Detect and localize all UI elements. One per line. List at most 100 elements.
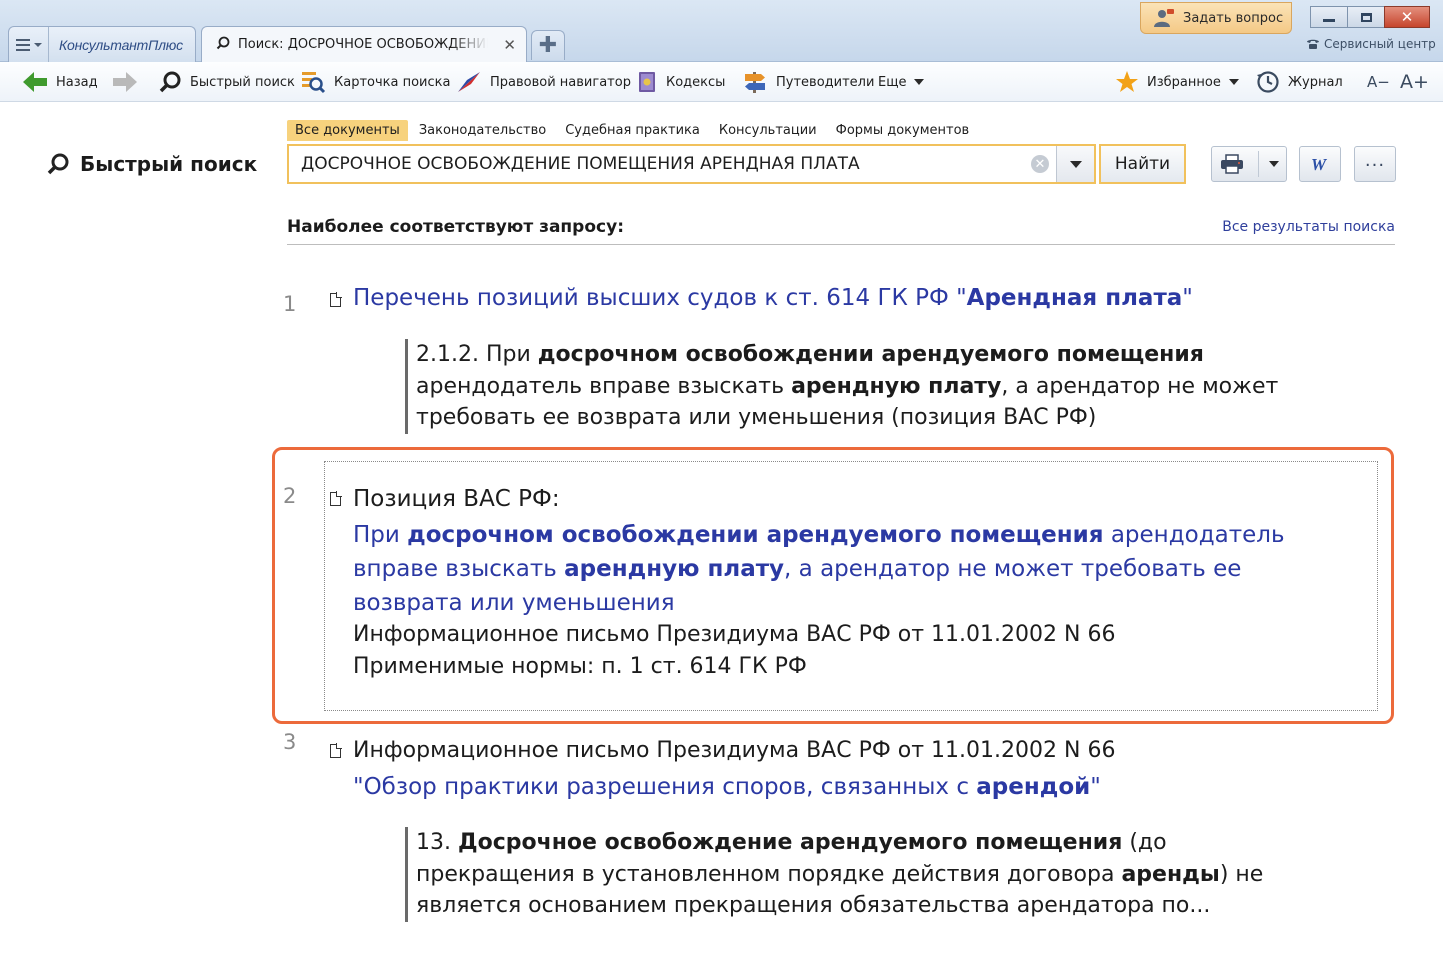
new-tab-button[interactable]: ✚ bbox=[531, 30, 565, 60]
font-increase-label: A+ bbox=[1400, 71, 1429, 93]
font-increase-button[interactable]: A+ bbox=[1400, 62, 1429, 102]
snippet-text: (до bbox=[1122, 830, 1167, 855]
snippet-text: , а арендатор не может bbox=[1001, 373, 1279, 399]
search-card-icon bbox=[302, 72, 326, 94]
result-2-line-3[interactable]: возврата или уменьшения bbox=[353, 590, 675, 616]
chevron-down-icon bbox=[1069, 160, 1082, 168]
result-2-line-2[interactable]: вправе взыскать арендную плату, а аренда… bbox=[353, 556, 1241, 582]
snippet-text: ) не bbox=[1219, 861, 1264, 887]
chevron-down-icon bbox=[33, 42, 42, 47]
result-text: вправе взыскать bbox=[353, 556, 565, 582]
result-1-title[interactable]: Перечень позиций высших судов к ст. 614 … bbox=[353, 285, 1193, 311]
legal-navigator-button[interactable]: Правовой навигатор bbox=[456, 62, 631, 102]
all-results-link[interactable]: Все результаты поиска bbox=[1222, 219, 1395, 235]
tab-home[interactable]: КонсультантПлюс bbox=[8, 26, 196, 62]
page-title-label: Быстрый поиск bbox=[80, 152, 258, 176]
codes-label: Кодексы bbox=[666, 74, 726, 90]
main-toolbar: Назад Быстрый поиск Карточка поиска Прав… bbox=[0, 62, 1443, 102]
back-button[interactable]: Назад bbox=[22, 62, 98, 102]
result-3-subtitle-bold: арендой bbox=[976, 774, 1091, 800]
more-dots-icon: ... bbox=[1364, 149, 1386, 171]
result-text: При bbox=[353, 522, 408, 548]
minimize-icon bbox=[1323, 18, 1335, 22]
search-icon bbox=[159, 71, 181, 93]
scope-tab-legislation[interactable]: Законодательство bbox=[411, 120, 554, 141]
print-button[interactable] bbox=[1211, 146, 1287, 182]
document-icon bbox=[330, 491, 342, 506]
scope-tab-forms[interactable]: Формы документов bbox=[828, 120, 978, 141]
more-label: Еще bbox=[878, 74, 907, 90]
signpost-icon bbox=[745, 72, 765, 93]
more-actions-button[interactable]: ... bbox=[1354, 146, 1396, 182]
result-3-subtitle-end: " bbox=[1090, 774, 1101, 800]
result-match: арендную плату bbox=[564, 556, 785, 582]
ask-question-label: Задать вопрос bbox=[1183, 10, 1284, 26]
hamburger-icon bbox=[15, 38, 30, 51]
guides-label: Путеводители bbox=[776, 74, 875, 90]
find-button[interactable]: Найти bbox=[1099, 144, 1186, 184]
snippet-text: 2.1.2. При bbox=[416, 342, 538, 367]
result-1-snippet: 2.1.2. При досрочном освобождении аренду… bbox=[405, 339, 1278, 434]
snippet-match: Досрочное освобождение арендуемого помещ… bbox=[457, 830, 1123, 855]
result-2-title: Позиция ВАС РФ: bbox=[353, 486, 560, 512]
main-menu-button[interactable] bbox=[9, 27, 49, 62]
result-3-snippet: 13. Досрочное освобождение арендуемого п… bbox=[405, 827, 1263, 922]
result-2-norms: Применимые нормы: п. 1 ст. 614 ГК РФ bbox=[353, 654, 807, 679]
quick-search-button[interactable]: Быстрый поиск bbox=[158, 62, 295, 102]
minimize-button[interactable] bbox=[1310, 6, 1348, 28]
chevron-down-icon bbox=[1228, 79, 1239, 85]
clear-icon[interactable]: ✕ bbox=[1031, 155, 1049, 173]
forward-button[interactable] bbox=[112, 62, 138, 102]
close-tab-icon[interactable]: ✕ bbox=[503, 36, 516, 54]
favorites-button[interactable]: Избранное bbox=[1115, 62, 1239, 102]
service-center-link[interactable]: Сервисный центр bbox=[1306, 37, 1436, 51]
guides-button[interactable]: Путеводители bbox=[742, 62, 874, 102]
chevron-down-icon bbox=[1268, 161, 1279, 167]
close-icon: ✕ bbox=[1400, 8, 1414, 26]
snippet-text: 13. bbox=[416, 830, 458, 855]
more-menu-button[interactable]: Еще bbox=[878, 62, 925, 102]
result-3-subtitle[interactable]: "Обзор практики разрешения споров, связа… bbox=[353, 774, 1101, 800]
maximize-icon bbox=[1360, 12, 1372, 22]
history-clock-icon bbox=[1257, 71, 1279, 93]
ask-question-button[interactable]: Задать вопрос bbox=[1140, 2, 1292, 34]
snippet-match: досрочном освобождении арендуемого помещ… bbox=[537, 342, 1204, 367]
snippet-text: арендодатель вправе взыскать bbox=[416, 373, 792, 399]
result-2-line-1[interactable]: При досрочном освобождении арендуемого п… bbox=[353, 522, 1285, 548]
font-decrease-button[interactable]: A− bbox=[1367, 62, 1390, 102]
results-header: Наиболее соответствуют запросу: Все резу… bbox=[287, 217, 1395, 245]
arrow-left-icon bbox=[23, 72, 47, 92]
search-scope-tabs: Все документы Законодательство Судебная … bbox=[287, 120, 980, 141]
result-number: 3 bbox=[283, 730, 297, 754]
search-input[interactable] bbox=[289, 146, 1019, 182]
tab-title: Поиск: ДОСРОЧНОЕ ОСВОБОЖДЕНИЕ ПОМЕЩЕНИЯ … bbox=[238, 37, 488, 52]
close-window-button[interactable]: ✕ bbox=[1384, 6, 1430, 28]
codes-button[interactable]: Кодексы bbox=[636, 62, 725, 102]
export-word-button[interactable]: W bbox=[1299, 146, 1341, 182]
result-1-title-bold: Арендная плата bbox=[966, 285, 1183, 311]
search-card-button[interactable]: Карточка поиска bbox=[300, 62, 450, 102]
journal-button[interactable]: Журнал bbox=[1256, 62, 1343, 102]
snippet-match: аренды bbox=[1121, 861, 1220, 887]
result-2-source: Информационное письмо Президиума ВАС РФ … bbox=[353, 622, 1116, 647]
scope-tab-consultations[interactable]: Консультации bbox=[711, 120, 825, 141]
snippet-text: прекращения в установленном порядке дейс… bbox=[416, 861, 1122, 887]
scope-tab-court-practice[interactable]: Судебная практика bbox=[557, 120, 708, 141]
result-3-title: Информационное письмо Президиума ВАС РФ … bbox=[353, 738, 1116, 763]
result-1-title-text: Перечень позиций высших судов к ст. 614 … bbox=[353, 285, 967, 311]
result-match: досрочном освобождении арендуемого помещ… bbox=[407, 522, 1104, 548]
page-title: Быстрый поиск bbox=[46, 152, 257, 176]
window-titlebar: КонсультантПлюс Поиск: ДОСРОЧНОЕ ОСВОБОЖ… bbox=[0, 0, 1443, 62]
document-icon bbox=[330, 743, 342, 758]
document-icon bbox=[330, 292, 342, 307]
tab-search-results[interactable]: Поиск: ДОСРОЧНОЕ ОСВОБОЖДЕНИЕ ПОМЕЩЕНИЯ … bbox=[201, 26, 527, 62]
result-number: 1 bbox=[283, 292, 297, 316]
maximize-button[interactable] bbox=[1347, 6, 1385, 28]
chevron-down-icon bbox=[914, 79, 925, 85]
result-text: возврата или уменьшения bbox=[353, 590, 675, 616]
legal-navigator-label: Правовой навигатор bbox=[490, 74, 631, 90]
svg-text:W: W bbox=[1311, 155, 1328, 174]
scope-tab-all[interactable]: Все документы bbox=[287, 120, 408, 141]
star-icon bbox=[1116, 71, 1138, 92]
search-history-dropdown[interactable] bbox=[1056, 146, 1094, 182]
